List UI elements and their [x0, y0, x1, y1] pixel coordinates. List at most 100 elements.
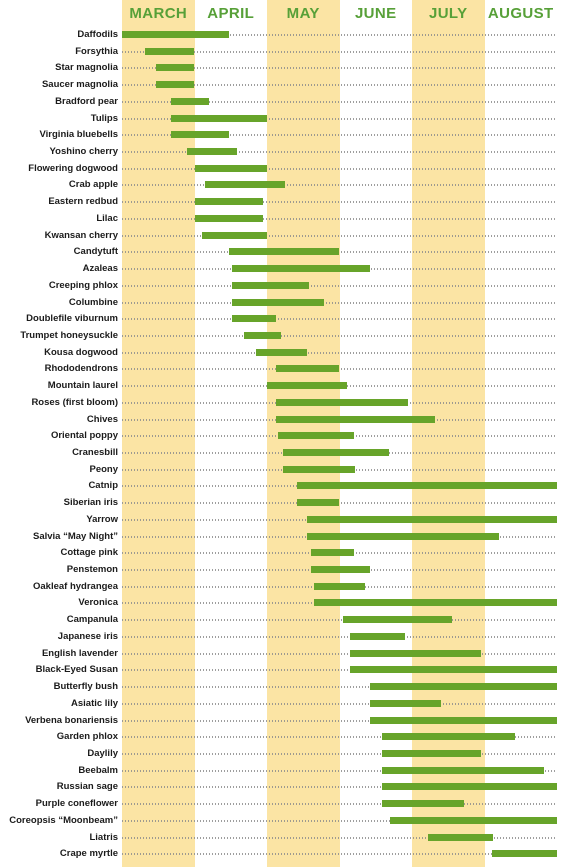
- bloom-row: Bradford pear: [0, 96, 580, 113]
- bloom-period-bar: [314, 599, 557, 607]
- plant-name-label: English lavender: [41, 647, 118, 659]
- bloom-period-bar: [381, 766, 544, 774]
- plant-name-label: Liatris: [89, 831, 118, 843]
- plant-name-label: Chives: [86, 413, 118, 425]
- plant-name-label: Saucer magnolia: [41, 79, 118, 91]
- bloom-period-bar: [232, 298, 325, 306]
- bloom-period-bar: [232, 281, 310, 289]
- bloom-row: Butterfly bush: [0, 681, 580, 698]
- bloom-row: Japanese iris: [0, 631, 580, 648]
- row-guide-line: [122, 217, 557, 220]
- plant-name-label: Forsythia: [75, 45, 118, 57]
- bloom-period-bar: [228, 248, 340, 256]
- bloom-period-bar: [381, 783, 557, 791]
- plant-name-label: Veronica: [78, 597, 118, 609]
- bloom-row: Forsythia: [0, 46, 580, 63]
- plant-name-label: Asiatic lily: [71, 697, 118, 709]
- bloom-period-bar: [194, 198, 264, 206]
- plant-name-label: Rhododendrons: [44, 363, 118, 375]
- bloom-period-bar: [156, 64, 195, 72]
- bloom-row: Daylily: [0, 748, 580, 765]
- bloom-period-bar: [194, 164, 267, 172]
- bloom-row: Yoshino cherry: [0, 146, 580, 163]
- plant-name-label: Eastern redbud: [48, 196, 118, 208]
- bloom-row: Yarrow: [0, 514, 580, 531]
- row-guide-line: [122, 201, 557, 204]
- row-guide-line: [122, 368, 557, 371]
- bloom-row: Trumpet honeysuckle: [0, 330, 580, 347]
- bloom-row: Kwansan cherry: [0, 230, 580, 247]
- plant-name-label: Cranesbill: [72, 447, 118, 458]
- row-guide-line: [122, 184, 557, 187]
- bloom-period-bar: [171, 131, 229, 139]
- bloom-row: Verbena bonariensis: [0, 715, 580, 732]
- bloom-period-bar: [282, 465, 356, 473]
- plant-name-label: Bradford pear: [55, 95, 118, 107]
- bloom-row: Mountain laurel: [0, 380, 580, 397]
- bloom-period-bar: [256, 348, 307, 356]
- plant-name-label: Roses (first bloom): [31, 396, 118, 408]
- bloom-row: Flowering dogwood: [0, 163, 580, 180]
- plant-name-label: Yoshino cherry: [49, 146, 118, 158]
- bloom-row: Cottage pink: [0, 547, 580, 564]
- bloom-period-bar: [156, 81, 195, 89]
- bloom-period-bar: [491, 850, 557, 858]
- bloom-period-bar: [122, 31, 229, 38]
- bloom-period-bar: [201, 231, 267, 239]
- bloom-row: Oakleaf hydrangea: [0, 581, 580, 598]
- bloom-row: Oriental poppy: [0, 430, 580, 447]
- bloom-row: Daffodils: [0, 29, 580, 46]
- bloom-row: Penstemon: [0, 564, 580, 581]
- row-guide-line: [122, 284, 557, 287]
- bloom-period-bar: [282, 449, 389, 456]
- row-guide-line: [122, 619, 557, 622]
- bloom-row: Doublefile viburnum: [0, 313, 580, 330]
- plant-name-label: Russian sage: [56, 781, 118, 793]
- row-guide-line: [122, 318, 557, 321]
- bloom-row: Star magnolia: [0, 62, 580, 79]
- plant-name-label: Campanula: [66, 614, 118, 626]
- bloom-period-bar: [145, 47, 195, 55]
- bloom-period-bar: [275, 398, 409, 406]
- bloom-period-bar: [350, 632, 405, 640]
- row-guide-line: [122, 752, 557, 755]
- bloom-period-bar: [369, 716, 557, 724]
- plant-name-label: Creeping phlox: [48, 279, 118, 291]
- bloom-row: Peony: [0, 464, 580, 481]
- bloom-period-bar: [350, 666, 557, 674]
- bloom-row: Roses (first bloom): [0, 397, 580, 414]
- plant-name-label: Columbine: [68, 296, 118, 308]
- bloom-period-bar: [187, 148, 237, 156]
- plant-name-label: Verbena bonariensis: [25, 714, 118, 726]
- plant-name-label: Daffodils: [77, 29, 118, 40]
- plant-name-label: Salvia “May Night”: [33, 530, 118, 542]
- bloom-row: Veronica: [0, 597, 580, 614]
- bloom-row: English lavender: [0, 648, 580, 665]
- plant-name-label: Oriental poppy: [50, 430, 118, 442]
- plant-name-label: Virginia bluebells: [39, 129, 119, 141]
- plant-name-label: Coreopsis “Moonbeam”: [9, 814, 118, 826]
- plant-name-label: Lilac: [96, 212, 118, 224]
- row-guide-line: [122, 635, 557, 638]
- row-guide-line: [122, 167, 557, 170]
- bloom-row: Cranesbill: [0, 447, 580, 464]
- bloom-row: Russian sage: [0, 781, 580, 798]
- bloom-period-bar: [171, 114, 267, 122]
- bloom-row: Siberian iris: [0, 497, 580, 514]
- bloom-row: Crape myrtle: [0, 848, 580, 865]
- bloom-period-bar: [275, 415, 436, 423]
- bloom-period-bar: [277, 432, 354, 440]
- row-guide-line: [122, 334, 557, 337]
- bloom-row: Chives: [0, 414, 580, 431]
- bloom-period-bar: [390, 816, 557, 824]
- plant-name-label: Beebalm: [78, 764, 118, 776]
- bloom-row: Rhododendrons: [0, 363, 580, 380]
- bloom-row: Campanula: [0, 614, 580, 631]
- plant-name-label: Butterfly bush: [53, 681, 118, 693]
- bloom-time-chart: MARCH APRIL MAY JUNE JULY AUGUST Daffodils For…: [0, 0, 580, 867]
- plant-name-label: Daylily: [87, 747, 118, 759]
- bloom-row: Virginia bluebells: [0, 129, 580, 146]
- plant-name-label: Cottage pink: [60, 547, 118, 559]
- plant-name-label: Penstemon: [66, 564, 118, 576]
- plant-name-label: Flowering dogwood: [28, 162, 118, 174]
